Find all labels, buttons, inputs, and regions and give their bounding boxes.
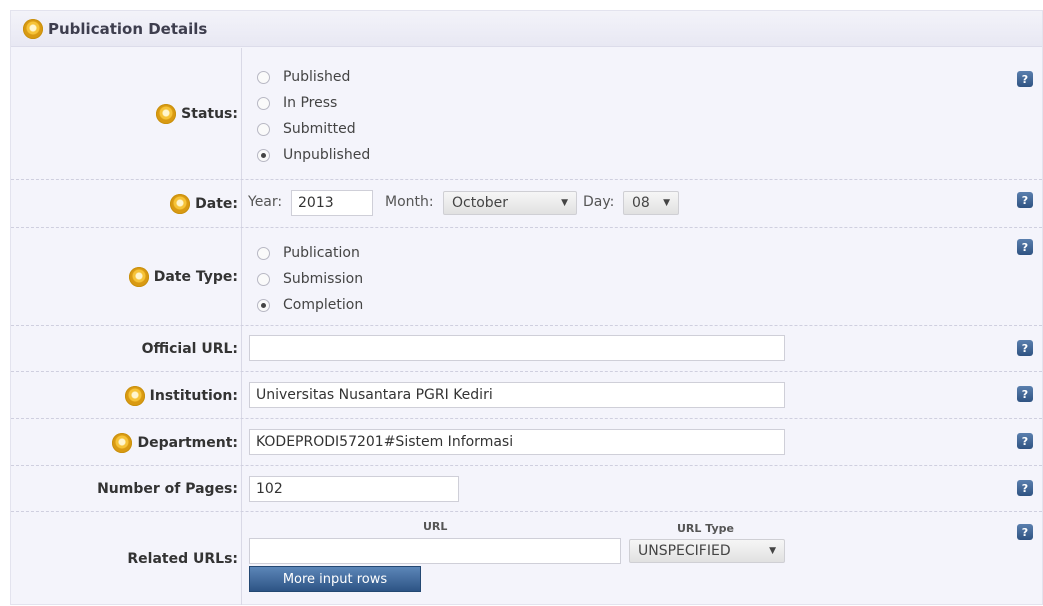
status-row: Status: Published In Press Submitted Unp… [11,48,1042,179]
column-divider [241,228,242,325]
date-row: Date: Year: 2013 Month: October ▼ Day: 0… [11,179,1042,227]
date-type-option-submission[interactable]: Submission [257,271,363,287]
date-type-row: Date Type: Publication Submission Comple… [11,227,1042,325]
status-option-in-press[interactable]: In Press [257,95,337,111]
related-urls-label: Related URLs: [127,551,238,567]
status-radio-published[interactable] [257,70,270,84]
status-radio-in-press[interactable] [257,96,270,110]
status-label-cell: Status: [11,48,238,179]
help-icon[interactable]: ? [1017,71,1033,87]
year-input[interactable]: 2013 [291,190,373,216]
year-label: Year: [248,194,283,210]
department-label-cell: Department: [11,419,238,466]
required-star-icon [156,103,177,124]
department-row: Department: KODEPRODI57201#Sistem Inform… [11,418,1042,465]
department-input[interactable]: KODEPRODI57201#Sistem Informasi [249,429,785,455]
date-type-label-cell: Date Type: [11,228,238,326]
panel-title: Publication Details [48,19,208,38]
department-label: Department: [137,434,238,451]
date-type-option-label: Completion [283,297,364,313]
date-type-option-publication[interactable]: Publication [257,245,360,261]
month-label: Month: [385,194,434,210]
date-type-option-completion[interactable]: Completion [257,297,363,313]
status-option-label: Unpublished [283,147,371,163]
pages-input[interactable]: 102 [249,476,459,502]
official-url-row: Official URL: ? [11,325,1042,371]
column-divider [241,372,242,418]
panel-header[interactable]: Publication Details [11,11,1042,47]
official-url-label: Official URL: [141,341,238,357]
help-icon[interactable]: ? [1017,524,1033,540]
institution-row: Institution: Universitas Nusantara PGRI … [11,371,1042,418]
related-url-input[interactable] [249,538,621,564]
url-type-column-header: URL Type [677,522,734,535]
status-label: Status: [181,105,238,122]
date-label-cell: Date: [11,180,238,228]
status-option-submitted[interactable]: Submitted [257,121,356,137]
official-url-label-cell: Official URL: [11,326,238,372]
date-type-label: Date Type: [153,269,238,285]
date-type-radio-publication[interactable] [257,246,270,260]
status-option-label: Submitted [283,121,356,137]
required-star-icon [112,432,133,453]
required-star-icon [128,267,149,287]
column-divider [241,48,242,179]
help-icon[interactable]: ? [1017,192,1033,208]
url-type-select[interactable]: UNSPECIFIED ▼ [629,539,785,563]
pages-label: Number of Pages: [97,481,238,497]
more-input-rows-button[interactable]: More input rows [249,566,421,592]
url-type-select-value: UNSPECIFIED [638,543,731,559]
publication-details-panel: Publication Details Status: Published In… [10,10,1043,605]
column-divider [241,326,242,371]
help-icon[interactable]: ? [1017,433,1033,449]
status-option-unpublished[interactable]: Unpublished [257,147,370,163]
required-star-icon [124,385,145,406]
column-divider [241,512,242,605]
month-select-value: October [452,195,509,211]
dropdown-caret-icon: ▼ [769,546,776,556]
date-label: Date: [195,196,238,212]
status-option-label: Published [283,69,351,85]
institution-label: Institution: [149,387,238,404]
help-icon[interactable]: ? [1017,239,1033,255]
date-type-option-label: Submission [283,271,364,287]
status-radio-unpublished[interactable] [257,148,270,162]
column-divider [241,419,242,465]
url-column-header: URL [423,520,448,533]
required-star-icon [170,194,191,214]
institution-label-cell: Institution: [11,372,238,419]
pages-label-cell: Number of Pages: [11,466,238,512]
date-type-radio-completion[interactable] [257,298,270,312]
column-divider [241,466,242,511]
date-type-option-label: Publication [283,245,360,261]
date-type-radio-submission[interactable] [257,272,270,286]
help-icon[interactable]: ? [1017,386,1033,402]
related-urls-label-cell: Related URLs: [11,512,238,606]
dropdown-caret-icon: ▼ [561,198,568,208]
day-select-value: 08 [632,195,650,211]
month-select[interactable]: October ▼ [443,191,577,215]
dropdown-caret-icon: ▼ [663,198,670,208]
pages-row: Number of Pages: 102 ? [11,465,1042,511]
status-option-published[interactable]: Published [257,69,350,85]
required-star-icon [23,18,43,39]
day-select[interactable]: 08 ▼ [623,191,679,215]
status-radio-submitted[interactable] [257,122,270,136]
official-url-input[interactable] [249,335,785,361]
related-urls-row: Related URLs: URL URL Type UNSPECIFIED ▼… [11,511,1042,605]
help-icon[interactable]: ? [1017,340,1033,356]
help-icon[interactable]: ? [1017,480,1033,496]
institution-input[interactable]: Universitas Nusantara PGRI Kediri [249,382,785,408]
status-option-label: In Press [283,95,338,111]
column-divider [241,180,242,227]
day-label: Day: [583,194,615,210]
